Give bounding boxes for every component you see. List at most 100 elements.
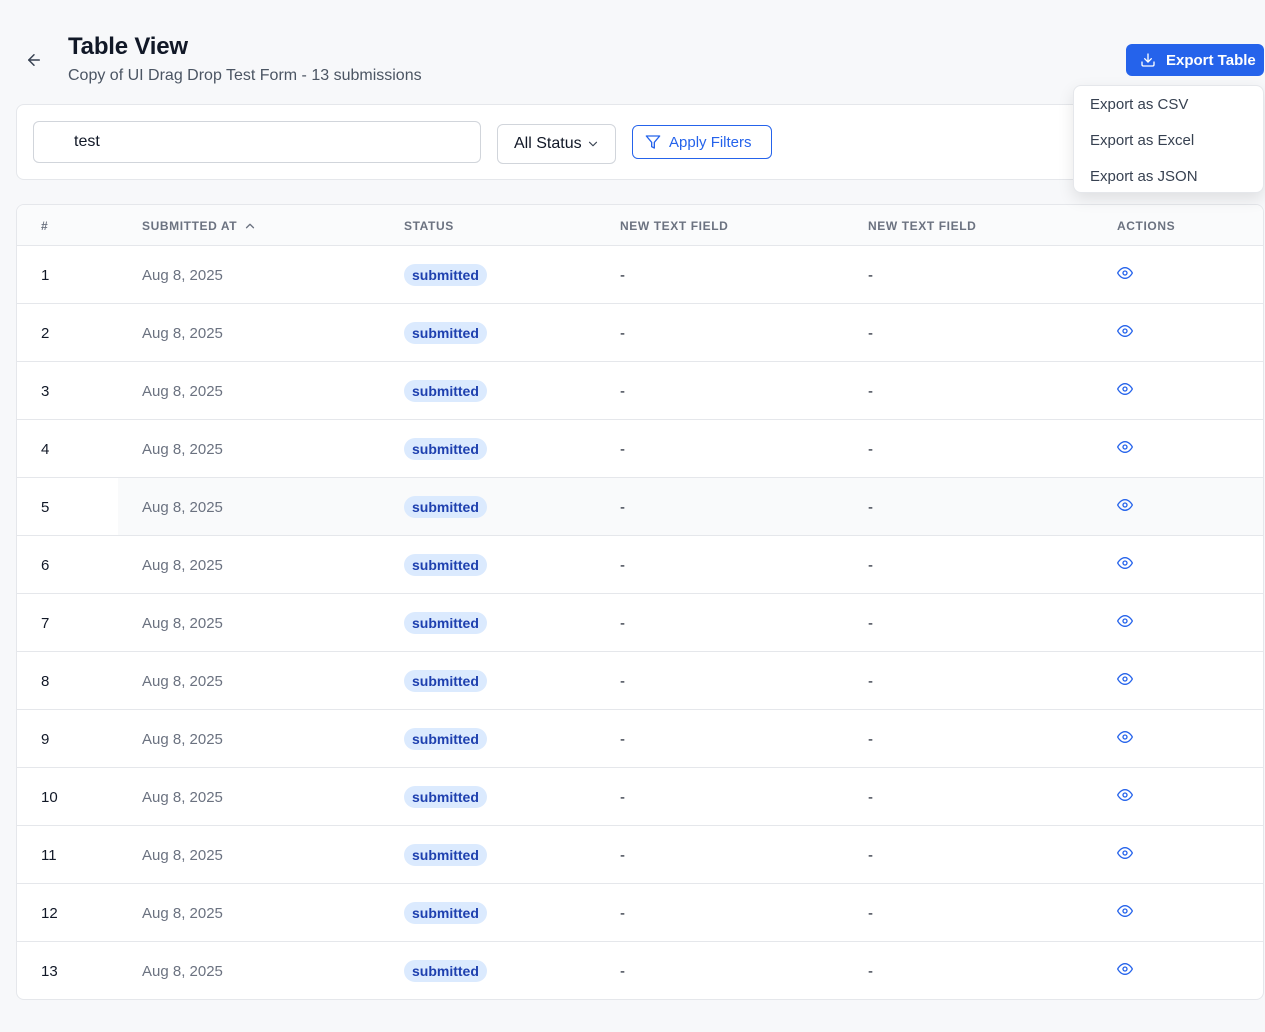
new-text-field-value: -	[620, 324, 625, 342]
page-subtitle: Copy of UI Drag Drop Test Form - 13 subm…	[68, 67, 422, 84]
new-text-field-value: -	[620, 614, 625, 632]
view-button[interactable]	[1117, 360, 1133, 418]
eye-icon	[1117, 847, 1133, 859]
submitted-at: Aug 8, 2025	[142, 846, 223, 864]
view-button[interactable]	[1117, 534, 1133, 592]
table-row: 3 Aug 8, 2025 submitted - -	[17, 362, 1263, 420]
table-row: 10 Aug 8, 2025 submitted - -	[17, 768, 1263, 826]
status-badge: submitted	[404, 902, 487, 924]
column-header-new-text-field-1: NEW TEXT FIELD	[620, 205, 728, 246]
view-button[interactable]	[1117, 476, 1133, 534]
back-button[interactable]	[22, 48, 46, 72]
apply-filters-button[interactable]: Apply Filters	[632, 125, 772, 159]
row-number: 8	[41, 672, 50, 690]
table-row: 9 Aug 8, 2025 submitted - -	[17, 710, 1263, 768]
view-button[interactable]	[1117, 650, 1133, 708]
status-badge: submitted	[404, 264, 487, 286]
row-number: 7	[41, 614, 50, 632]
status-cell: submitted	[404, 768, 487, 826]
status-cell: submitted	[404, 942, 487, 999]
view-button[interactable]	[1117, 708, 1133, 766]
submissions-table: # SUBMITTED AT STATUS NEW TEXT FIELD NEW…	[16, 204, 1264, 1000]
status-cell: submitted	[404, 420, 487, 478]
column-header-status: STATUS	[404, 205, 454, 246]
filter-icon	[645, 135, 661, 149]
view-button[interactable]	[1117, 592, 1133, 650]
submitted-at: Aug 8, 2025	[142, 440, 223, 458]
new-text-field-value: -	[868, 730, 873, 748]
new-text-field-value: -	[868, 440, 873, 458]
view-button[interactable]	[1117, 244, 1133, 302]
column-label: ACTIONS	[1117, 218, 1176, 233]
chevron-down-icon	[588, 141, 597, 147]
new-text-field-value: -	[868, 324, 873, 342]
row-number: 11	[41, 846, 57, 864]
status-cell: submitted	[404, 652, 487, 710]
export-csv-item[interactable]: Export as CSV	[1074, 86, 1263, 122]
row-number: 2	[41, 324, 50, 342]
export-excel-item[interactable]: Export as Excel	[1074, 122, 1263, 158]
table-row: 11 Aug 8, 2025 submitted - -	[17, 826, 1263, 884]
new-text-field-value: -	[868, 614, 873, 632]
export-table-button[interactable]: Export Table	[1126, 44, 1264, 76]
page-header: Table View Copy of UI Drag Drop Test For…	[0, 0, 1265, 100]
column-header-submitted-at[interactable]: SUBMITTED AT	[142, 205, 257, 246]
table-header: # SUBMITTED AT STATUS NEW TEXT FIELD NEW…	[17, 205, 1263, 246]
submitted-at: Aug 8, 2025	[142, 498, 223, 516]
status-select[interactable]: All Status	[497, 124, 616, 164]
status-cell: submitted	[404, 536, 487, 594]
eye-icon	[1117, 557, 1133, 569]
eye-icon	[1117, 963, 1133, 975]
view-button[interactable]	[1117, 418, 1133, 476]
eye-icon	[1117, 789, 1133, 801]
column-label: SUBMITTED AT	[142, 218, 238, 233]
eye-icon	[1117, 673, 1133, 685]
submitted-at: Aug 8, 2025	[142, 962, 223, 980]
status-badge: submitted	[404, 322, 487, 344]
new-text-field-value: -	[620, 730, 625, 748]
row-number: 3	[41, 382, 50, 400]
status-badge: submitted	[404, 380, 487, 402]
row-number: 4	[41, 440, 50, 458]
status-cell: submitted	[404, 594, 487, 652]
status-badge: submitted	[404, 612, 487, 634]
submitted-at: Aug 8, 2025	[142, 382, 223, 400]
status-badge: submitted	[404, 786, 487, 808]
table-row: 7 Aug 8, 2025 submitted - -	[17, 594, 1263, 652]
status-cell: submitted	[404, 304, 487, 362]
row-number: 1	[41, 266, 50, 284]
export-json-item[interactable]: Export as JSON	[1074, 158, 1263, 194]
view-button[interactable]	[1117, 824, 1133, 882]
submitted-at: Aug 8, 2025	[142, 788, 223, 806]
view-button[interactable]	[1117, 940, 1133, 998]
status-cell: submitted	[404, 826, 487, 884]
status-badge: submitted	[404, 728, 487, 750]
row-number: 6	[41, 556, 50, 574]
status-badge: submitted	[404, 960, 487, 982]
eye-icon	[1117, 615, 1133, 627]
new-text-field-value: -	[868, 904, 873, 922]
row-number: 10	[41, 788, 58, 806]
new-text-field-value: -	[868, 382, 873, 400]
row-number: 9	[41, 730, 50, 748]
view-button[interactable]	[1117, 882, 1133, 940]
status-badge: submitted	[404, 496, 487, 518]
status-badge: submitted	[404, 438, 487, 460]
submitted-at: Aug 8, 2025	[142, 730, 223, 748]
table-row: 12 Aug 8, 2025 submitted - -	[17, 884, 1263, 942]
new-text-field-value: -	[620, 266, 625, 284]
column-label: NEW TEXT FIELD	[868, 218, 977, 233]
status-badge: submitted	[404, 670, 487, 692]
status-badge: submitted	[404, 554, 487, 576]
page-title: Table View	[68, 33, 188, 60]
new-text-field-value: -	[620, 788, 625, 806]
status-cell: submitted	[404, 884, 487, 942]
table-row: 8 Aug 8, 2025 submitted - -	[17, 652, 1263, 710]
submitted-at: Aug 8, 2025	[142, 614, 223, 632]
view-button[interactable]	[1117, 302, 1133, 360]
new-text-field-value: -	[620, 962, 625, 980]
view-button[interactable]	[1117, 766, 1133, 824]
column-label: NEW TEXT FIELD	[620, 218, 729, 233]
search-input[interactable]: test	[33, 121, 481, 163]
table-row: 5 Aug 8, 2025 submitted - -	[17, 478, 1263, 536]
